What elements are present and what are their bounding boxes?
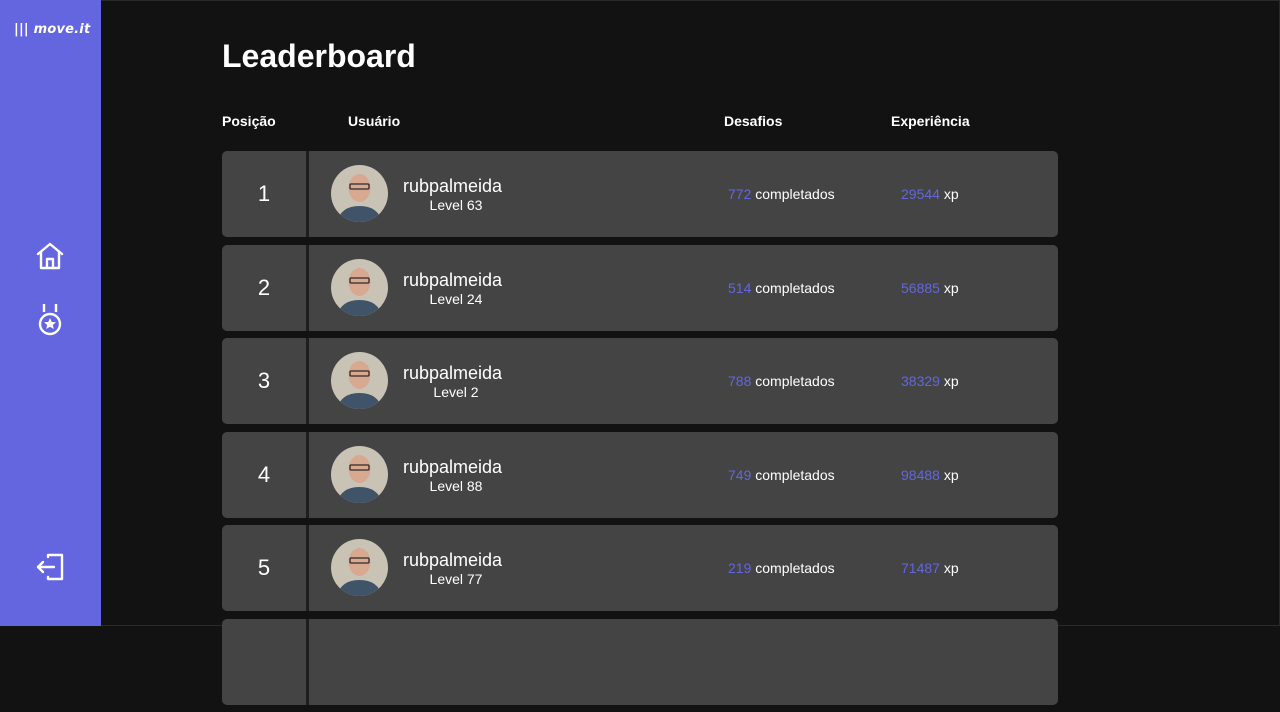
rank-number: 5	[222, 525, 309, 611]
table-row: 1 rubpalmeida Level 63 772 completados 2…	[222, 151, 1058, 237]
challenges-count: 788	[728, 373, 752, 389]
column-header-position: Posição	[222, 113, 276, 129]
logo-bars-icon: |||	[14, 22, 29, 37]
table-row: 3 rubpalmeida Level 2 788 completados 38…	[222, 338, 1058, 424]
experience-points: 71487 xp	[901, 560, 959, 576]
experience-points: 38329 xp	[901, 373, 959, 389]
challenges-count: 514	[728, 279, 752, 296]
rank-number: 4	[222, 431, 309, 518]
user-name: rubpalmeida	[403, 176, 503, 196]
challenges-count: 219	[728, 560, 752, 576]
challenges-count: 749	[728, 466, 752, 483]
app-logo: ||| move.it	[14, 22, 91, 37]
user-name: rubpalmeida	[403, 550, 503, 570]
table-row: 5 rubpalmeida Level 77 219 completados 7…	[222, 525, 1058, 611]
challenges-completed: 514 completados	[728, 279, 835, 296]
avatar	[331, 258, 388, 316]
rank-number: 2	[222, 244, 309, 331]
user-name: rubpalmeida	[403, 269, 503, 290]
challenges-completed: 788 completados	[728, 373, 835, 389]
xp-value: 56885	[901, 279, 940, 296]
experience-points: 56885 xp	[901, 279, 959, 296]
table-row-partial	[222, 618, 1058, 705]
rank-number: 1	[222, 151, 309, 237]
challenges-count: 772	[728, 186, 752, 202]
rank-number: 3	[222, 338, 309, 424]
user-name: rubpalmeida	[403, 456, 503, 477]
avatar	[331, 539, 388, 596]
award-icon	[38, 304, 62, 336]
experience-points: 29544 xp	[901, 186, 959, 202]
table-row: 2 rubpalmeida Level 24 514 completados 5…	[222, 244, 1058, 331]
logout-icon	[36, 553, 64, 581]
column-header-challenges: Desafios	[724, 113, 783, 129]
page-title: Leaderboard	[222, 38, 416, 74]
user-level: Level 77	[429, 571, 483, 587]
avatar	[331, 165, 388, 222]
xp-value: 38329	[901, 373, 940, 389]
xp-value: 29544	[901, 186, 940, 202]
leaderboard-list: 1 rubpalmeida Level 63 772 completados 2…	[222, 151, 1058, 712]
avatar	[331, 445, 388, 503]
user-level: Level 88	[429, 477, 483, 494]
user-name: rubpalmeida	[403, 363, 503, 383]
avatar	[331, 352, 388, 409]
home-icon	[36, 242, 64, 270]
sidebar-item-home[interactable]	[30, 236, 70, 276]
rank-cell	[222, 618, 309, 705]
challenges-completed: 749 completados	[728, 466, 835, 483]
xp-value: 98488	[901, 466, 940, 483]
xp-value: 71487	[901, 560, 940, 576]
logout-button[interactable]	[30, 547, 70, 587]
user-level: Level 24	[429, 290, 483, 307]
sidebar-item-leaderboard[interactable]	[30, 300, 70, 340]
column-header-experience: Experiência	[891, 113, 970, 129]
column-header-user: Usuário	[348, 113, 401, 129]
challenges-completed: 219 completados	[728, 560, 835, 576]
experience-points: 98488 xp	[901, 466, 959, 483]
user-level: Level 2	[433, 384, 479, 400]
table-row: 4 rubpalmeida Level 88 749 completados 9…	[222, 431, 1058, 518]
user-level: Level 63	[429, 197, 483, 213]
challenges-completed: 772 completados	[728, 186, 835, 202]
sidebar: ||| move.it	[0, 0, 101, 626]
